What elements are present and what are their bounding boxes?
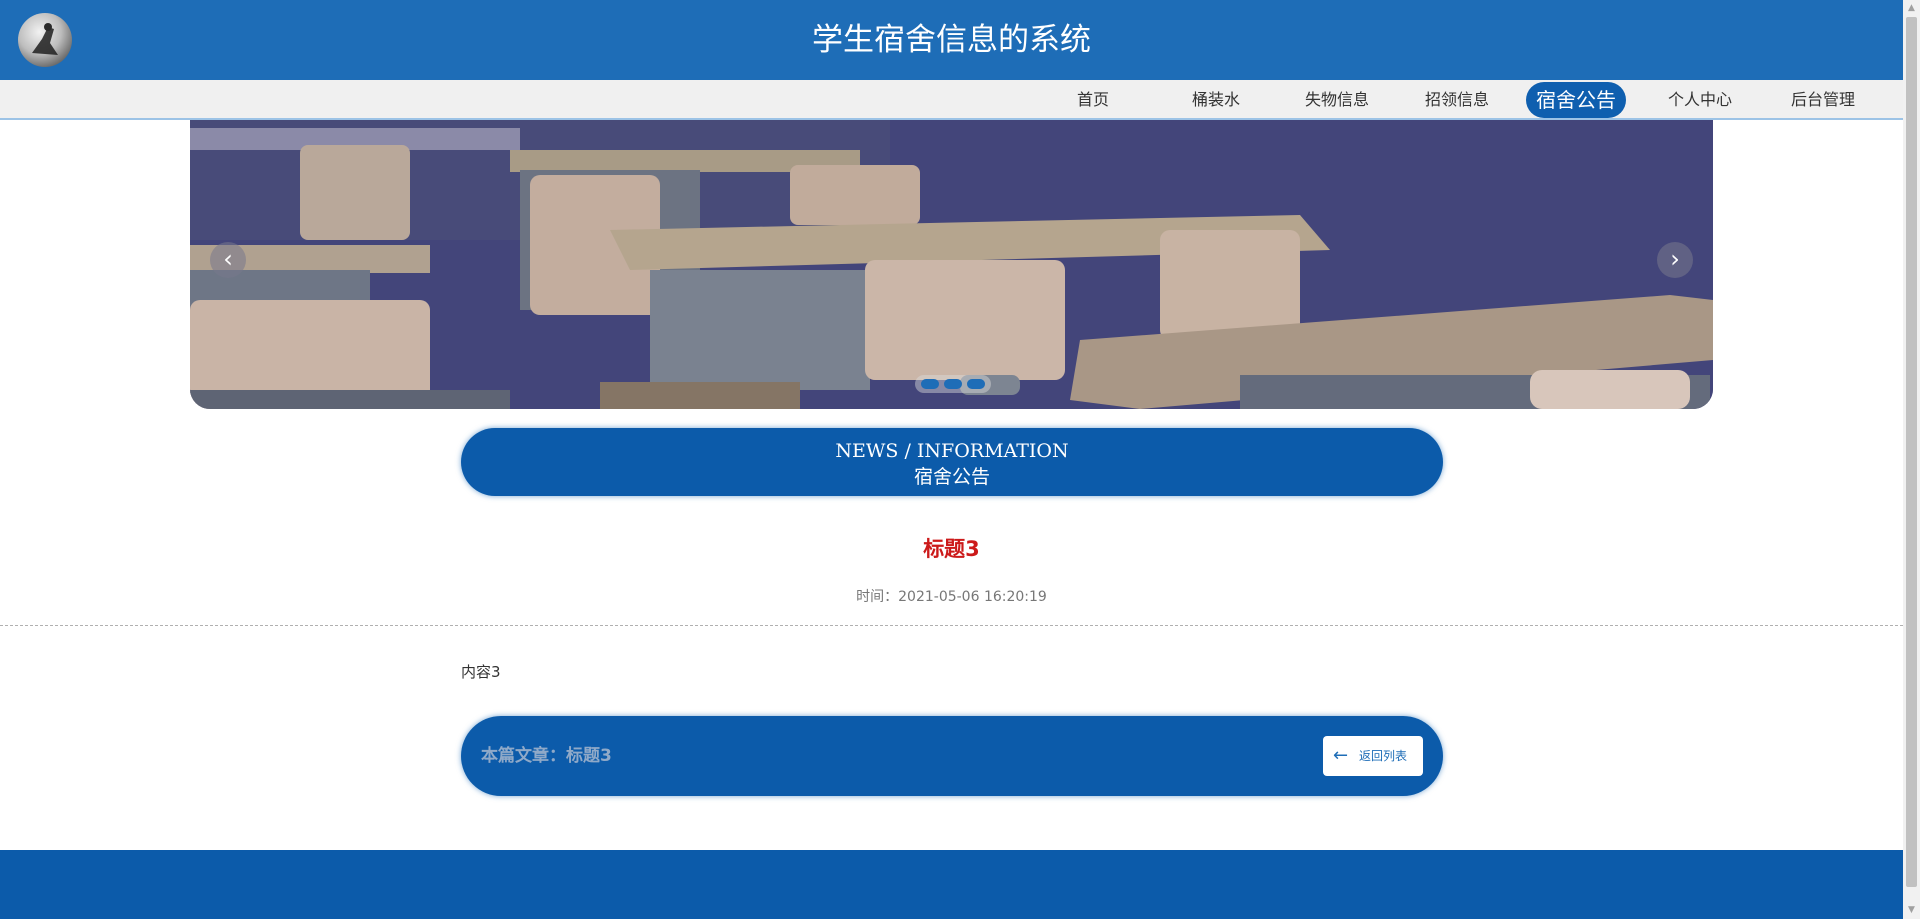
section-title-cn: 宿舍公告	[913, 466, 990, 488]
arrow-left-icon: ←	[1333, 745, 1349, 766]
divider	[0, 625, 1903, 626]
footer	[0, 850, 1903, 919]
back-to-list-label: 返回列表	[1359, 749, 1408, 763]
scroll-down-icon[interactable]: ▼	[1903, 902, 1920, 919]
scroll-up-icon[interactable]: ▲	[1903, 0, 1920, 17]
article-title: 标题3	[923, 537, 980, 561]
article-content: 内容3	[461, 663, 501, 681]
nav-item-profile[interactable]: 个人中心	[1666, 80, 1734, 120]
carousel-dot[interactable]	[967, 379, 985, 389]
header: 学生宿舍信息的系统	[0, 0, 1903, 80]
banner-carousel[interactable]: ‹ ›	[190, 120, 1713, 409]
article-time: 时间：2021-05-06 16:20:19	[856, 589, 1047, 605]
nav-item-notice[interactable]: 宿舍公告	[1526, 82, 1626, 118]
current-article-label: 本篇文章：标题3	[481, 746, 612, 766]
nav-item-admin[interactable]: 后台管理	[1789, 80, 1857, 120]
classroom-image	[190, 120, 1713, 409]
chevron-left-icon[interactable]: ‹	[210, 242, 246, 278]
section-title-en: NEWS / INFORMATION	[835, 440, 1069, 462]
section-heading: NEWS / INFORMATION 宿舍公告	[461, 428, 1443, 496]
back-to-list-button[interactable]: ← 返回列表	[1323, 736, 1423, 776]
nav-item-water[interactable]: 桶装水	[1190, 80, 1242, 120]
main-nav: 首页 桶装水 失物信息 招领信息 宿舍公告 个人中心 后台管理	[0, 80, 1903, 120]
carousel-indicators	[915, 375, 991, 393]
carousel-dot[interactable]	[944, 379, 962, 389]
nav-item-found[interactable]: 招领信息	[1423, 80, 1491, 120]
nav-item-home[interactable]: 首页	[1075, 80, 1111, 120]
article-bar: 本篇文章：标题3 ← 返回列表	[461, 716, 1443, 796]
page-scrollbar[interactable]: ▲ ▼	[1903, 0, 1920, 919]
scroll-thumb[interactable]	[1906, 17, 1917, 887]
chevron-right-icon[interactable]: ›	[1657, 242, 1693, 278]
nav-item-lost[interactable]: 失物信息	[1303, 80, 1371, 120]
site-title: 学生宿舍信息的系统	[812, 22, 1091, 58]
page: 学生宿舍信息的系统 首页 桶装水 失物信息 招领信息 宿舍公告 个人中心 后台管…	[0, 0, 1903, 919]
carousel-dot[interactable]	[921, 379, 939, 389]
